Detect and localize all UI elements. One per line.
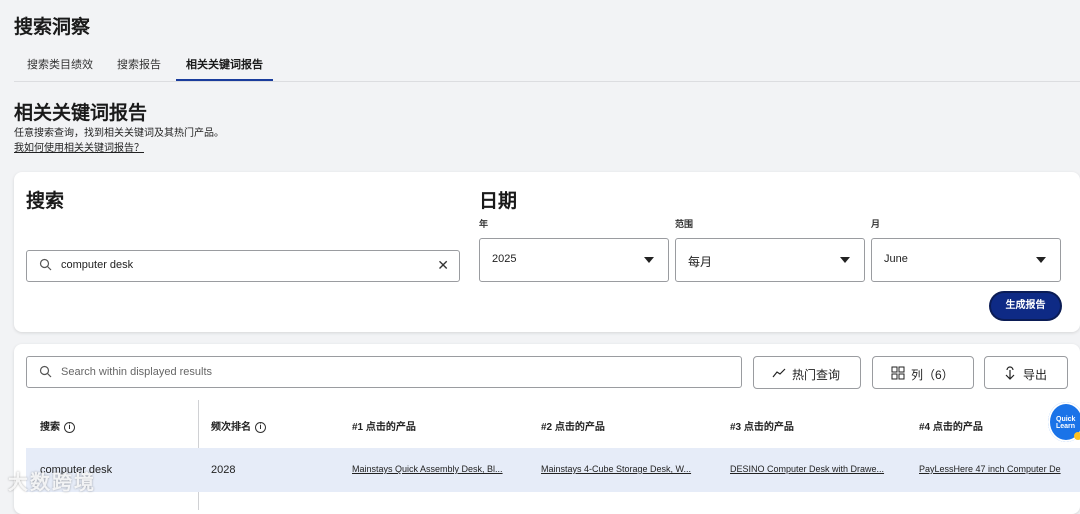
month-select[interactable]: June: [871, 238, 1061, 282]
year-select-value: 2025: [492, 253, 517, 265]
trend-icon: [772, 368, 786, 378]
hot-queries-button[interactable]: 热门查询: [753, 356, 861, 389]
quick-learn-label: Quick Learn: [1056, 416, 1076, 430]
column-header-label: 搜索: [40, 422, 60, 433]
section-description: 任意搜索查询，找到相关关键词及其热门产品。: [14, 128, 224, 139]
search-heading: 搜索: [26, 191, 65, 212]
cell-product-1-link[interactable]: Mainstays Quick Assembly Desk, Bl...: [352, 464, 520, 474]
caret-down-icon: [840, 257, 850, 263]
year-label: 年: [479, 219, 489, 229]
quick-learn-button[interactable]: Quick Learn: [1048, 402, 1080, 442]
caret-down-icon: [1036, 257, 1046, 263]
close-icon[interactable]: ✕: [437, 257, 449, 274]
help-link[interactable]: 我如何使用相关关键词报告？: [14, 139, 144, 154]
column-header-frequency-rank[interactable]: 频次排名 i: [211, 418, 266, 433]
column-header-label: 频次排名: [211, 422, 251, 433]
column-header-product-2[interactable]: #2 点击的产品: [541, 418, 605, 433]
section-title: 相关关键词报告: [14, 103, 148, 124]
export-button[interactable]: 导出: [984, 356, 1068, 389]
page-title: 搜索洞察: [14, 17, 91, 38]
filter-placeholder: Search within displayed results: [61, 366, 213, 378]
grid-icon: [891, 366, 905, 380]
report-config-card: 搜索 computer desk ✕ 日期 年 范围 月 2025 每月 Jun…: [14, 172, 1080, 332]
range-label: 范围: [675, 219, 694, 229]
column-header-search[interactable]: 搜索 i: [40, 418, 75, 433]
month-label: 月: [871, 219, 881, 229]
info-icon[interactable]: i: [255, 422, 266, 433]
month-select-value: June: [884, 253, 908, 265]
export-icon: [1005, 366, 1015, 380]
cell-rank: 2028: [211, 464, 236, 476]
info-icon[interactable]: i: [64, 422, 75, 433]
column-header-product-1[interactable]: #1 点击的产品: [352, 418, 416, 433]
tab-search-category-performance[interactable]: 搜索类目绩效: [27, 56, 93, 72]
export-label: 导出: [1023, 368, 1048, 382]
tab-related-keywords-report[interactable]: 相关关键词报告: [186, 56, 263, 72]
search-input[interactable]: computer desk ✕: [26, 250, 460, 282]
notification-dot: [1074, 432, 1080, 440]
table-row[interactable]: computer desk 2028 Mainstays Quick Assem…: [26, 448, 1080, 492]
cell-product-3-link[interactable]: DESINO Computer Desk with Drawe...: [730, 464, 898, 474]
date-heading: 日期: [479, 191, 518, 212]
column-header-product-3[interactable]: #3 点击的产品: [730, 418, 794, 433]
tab-search-report[interactable]: 搜索报告: [117, 56, 161, 72]
results-filter-input[interactable]: Search within displayed results: [26, 356, 742, 388]
year-select[interactable]: 2025: [479, 238, 669, 282]
columns-label: 列（6）: [911, 368, 954, 382]
watermark: 大数跨境: [8, 472, 96, 494]
cell-product-2-link[interactable]: Mainstays 4-Cube Storage Desk, W...: [541, 464, 709, 474]
active-tab-indicator: [176, 79, 273, 81]
range-select[interactable]: 每月: [675, 238, 865, 282]
caret-down-icon: [644, 257, 654, 263]
cell-product-4-link[interactable]: PayLessHere 47 inch Computer De: [919, 464, 1074, 474]
generate-report-button[interactable]: 生成报告: [991, 293, 1060, 319]
results-card: Search within displayed results 热门查询 列（6…: [14, 344, 1080, 514]
search-icon: [39, 365, 52, 378]
range-select-value: 每月: [688, 255, 713, 269]
search-icon: [39, 258, 52, 271]
tab-bar: 搜索类目绩效 搜索报告 相关关键词报告: [14, 50, 1080, 82]
column-header-product-4[interactable]: #4 点击的产品: [919, 418, 983, 433]
hot-queries-label: 热门查询: [792, 368, 841, 382]
columns-button[interactable]: 列（6）: [872, 356, 974, 389]
search-input-value: computer desk: [61, 259, 134, 271]
